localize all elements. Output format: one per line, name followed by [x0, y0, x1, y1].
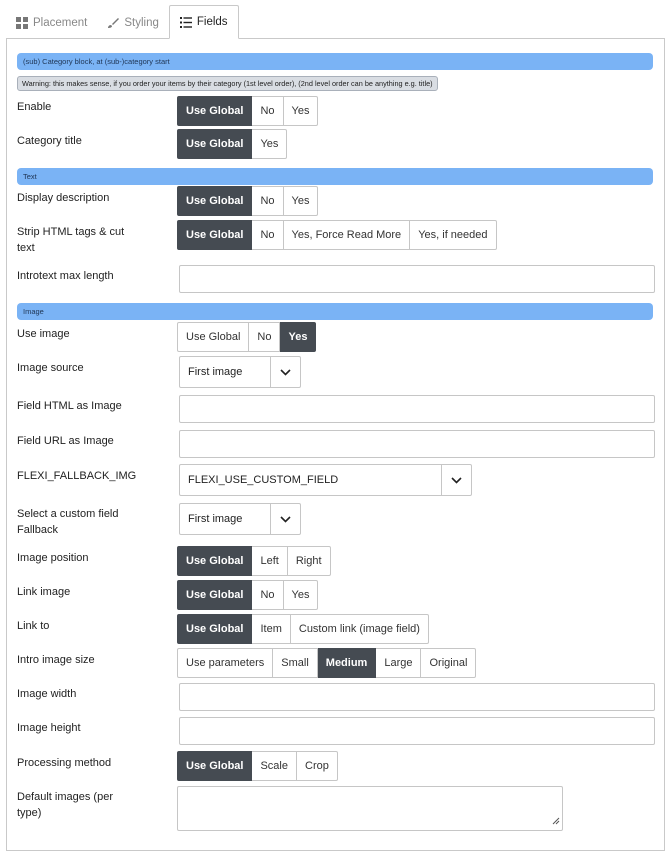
warning-note: Warning: this makes sense, if you order … — [17, 76, 438, 91]
section-header-category-block: (sub) Category block, at (sub-)category … — [17, 53, 653, 70]
tab-label: Styling — [124, 17, 159, 29]
strip-html-toggle: Use Global No Yes, Force Read More Yes, … — [177, 220, 497, 250]
category-title-toggle: Use Global Yes — [177, 129, 288, 159]
list-icon — [179, 16, 192, 28]
field-html-as-image-input[interactable] — [179, 395, 655, 423]
display-description-label: Display description — [17, 192, 110, 204]
image-source-value: First image — [188, 366, 243, 378]
intro-image-size-label: Intro image size — [17, 654, 95, 666]
processing-method-label: Processing method — [17, 757, 112, 769]
intro-image-size-large-button[interactable]: Large — [376, 648, 422, 678]
link-to-use-global-button[interactable]: Use Global — [177, 614, 253, 644]
intro-image-size-use-parameters-button[interactable]: Use parameters — [177, 648, 274, 678]
enable-no-button[interactable]: No — [252, 96, 284, 126]
flexi-fallback-img-value: FLEXI_USE_CUSTOM_FIELD — [188, 474, 339, 486]
tab-placement[interactable]: Placement — [6, 7, 97, 39]
enable-label: Enable — [17, 101, 52, 113]
custom-field-fallback-label: Select a custom field Fallback — [17, 508, 119, 536]
image-position-use-global-button[interactable]: Use Global — [177, 546, 253, 576]
link-to-toggle: Use Global Item Custom link (image field… — [177, 614, 429, 644]
link-to-custom-link-button[interactable]: Custom link (image field) — [290, 614, 429, 644]
strip-html-if-needed-button[interactable]: Yes, if needed — [410, 220, 497, 250]
intro-image-size-toggle: Use parameters Small Medium Large Origin… — [177, 648, 477, 678]
field-html-as-image-label: Field HTML as Image — [17, 400, 122, 412]
strip-html-label: Strip HTML tags & cut text — [17, 226, 125, 254]
introtext-max-length-label: Introtext max length — [17, 270, 114, 282]
processing-method-toggle: Use Global Scale Crop — [177, 751, 338, 781]
image-position-left-button[interactable]: Left — [252, 546, 288, 576]
image-width-input[interactable] — [179, 683, 655, 711]
image-source-select[interactable]: First image — [179, 356, 301, 388]
link-image-toggle: Use Global No Yes — [177, 580, 319, 610]
use-image-no-button[interactable]: No — [249, 322, 281, 352]
use-image-yes-button[interactable]: Yes — [280, 322, 317, 352]
chevron-down-icon — [270, 504, 300, 534]
intro-image-size-small-button[interactable]: Small — [273, 648, 318, 678]
enable-use-global-button[interactable]: Use Global — [177, 96, 253, 126]
link-image-no-button[interactable]: No — [252, 580, 284, 610]
strip-html-force-read-more-button[interactable]: Yes, Force Read More — [283, 220, 411, 250]
category-title-label: Category title — [17, 135, 82, 147]
category-title-use-global-button[interactable]: Use Global — [177, 129, 253, 159]
processing-method-scale-button[interactable]: Scale — [252, 751, 297, 781]
tab-label: Fields — [196, 16, 228, 28]
category-title-yes-button[interactable]: Yes — [252, 129, 288, 159]
tab-bar: Placement Styling Fields — [6, 5, 239, 39]
link-image-use-global-button[interactable]: Use Global — [177, 580, 253, 610]
intro-image-size-original-button[interactable]: Original — [421, 648, 477, 678]
image-source-label: Image source — [17, 362, 84, 374]
use-image-label: Use image — [17, 328, 70, 340]
processing-method-use-global-button[interactable]: Use Global — [177, 751, 253, 781]
flexi-fallback-img-select[interactable]: FLEXI_USE_CUSTOM_FIELD — [179, 464, 472, 496]
tab-label: Placement — [33, 17, 88, 29]
field-url-as-image-input[interactable] — [179, 430, 655, 458]
custom-field-fallback-select[interactable]: First image — [179, 503, 301, 535]
strip-html-no-button[interactable]: No — [252, 220, 284, 250]
image-position-toggle: Use Global Left Right — [177, 546, 331, 576]
section-header-text: Text — [17, 168, 653, 185]
tab-styling[interactable]: Styling — [97, 7, 169, 39]
display-description-yes-button[interactable]: Yes — [283, 186, 319, 216]
image-position-right-button[interactable]: Right — [287, 546, 331, 576]
brush-icon — [107, 17, 120, 29]
image-width-label: Image width — [17, 688, 77, 700]
flexi-fallback-img-label: FLEXI_FALLBACK_IMG — [17, 470, 137, 482]
default-images-label: Default images (per type) — [17, 791, 113, 819]
section-header-image: Image — [17, 303, 653, 320]
link-to-label: Link to — [17, 620, 50, 632]
enable-toggle: Use Global No Yes — [177, 96, 319, 126]
image-height-label: Image height — [17, 722, 81, 734]
custom-field-fallback-value: First image — [188, 513, 243, 525]
resize-grip-icon[interactable] — [552, 814, 560, 828]
display-description-use-global-button[interactable]: Use Global — [177, 186, 253, 216]
image-height-input[interactable] — [179, 717, 655, 745]
intro-image-size-medium-button[interactable]: Medium — [317, 648, 377, 678]
grid-icon — [16, 17, 28, 29]
default-images-textarea[interactable] — [177, 786, 563, 831]
display-description-toggle: Use Global No Yes — [177, 186, 319, 216]
introtext-max-length-input[interactable] — [179, 265, 655, 293]
display-description-no-button[interactable]: No — [252, 186, 284, 216]
enable-yes-button[interactable]: Yes — [283, 96, 319, 126]
chevron-down-icon — [270, 357, 300, 387]
link-to-item-button[interactable]: Item — [252, 614, 291, 644]
processing-method-crop-button[interactable]: Crop — [297, 751, 338, 781]
image-position-label: Image position — [17, 552, 89, 564]
tab-fields[interactable]: Fields — [168, 5, 239, 39]
link-image-label: Link image — [17, 586, 71, 598]
chevron-down-icon — [441, 465, 471, 495]
field-url-as-image-label: Field URL as Image — [17, 435, 114, 447]
use-image-toggle: Use Global No Yes — [177, 322, 317, 352]
use-image-use-global-button[interactable]: Use Global — [177, 322, 250, 352]
strip-html-use-global-button[interactable]: Use Global — [177, 220, 253, 250]
link-image-yes-button[interactable]: Yes — [283, 580, 319, 610]
